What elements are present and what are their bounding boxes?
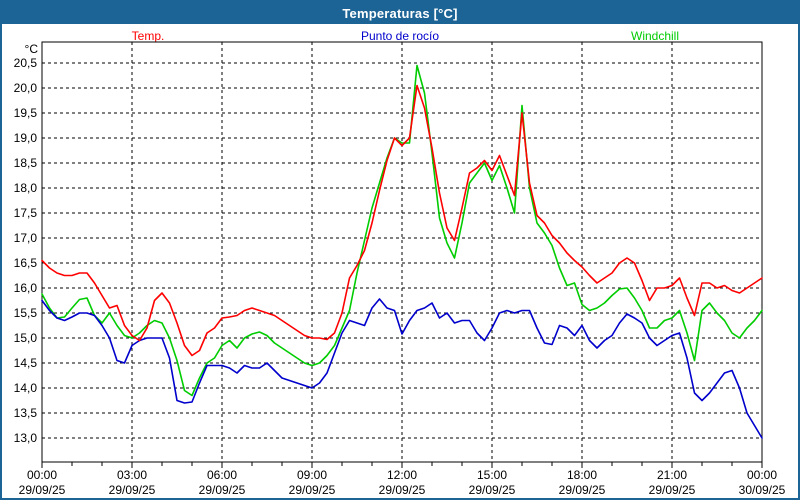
y-tick-label: 16,0 [14, 281, 38, 295]
temperature-chart: 20,5 20,0 19,5 19,0 18,5 18,0 17,5 17,0 16,5 16,0… [2, 2, 800, 500]
x-tick-date: 29/09/25 [199, 483, 246, 497]
x-tick-time: 21:00 [657, 468, 687, 482]
x-tick-time: 12:00 [387, 468, 417, 482]
x-tick-date: 30/09/25 [739, 483, 786, 497]
y-axis-unit: °C [25, 42, 39, 56]
y-tick-label: 13,0 [14, 431, 38, 445]
x-tick-date: 29/09/25 [559, 483, 606, 497]
y-tick-label: 15,0 [14, 331, 38, 345]
x-tick-time: 06:00 [207, 468, 237, 482]
x-tick-time: 09:00 [297, 468, 327, 482]
y-tick-label: 17,5 [14, 206, 38, 220]
y-tick-label: 14,0 [14, 381, 38, 395]
x-tick-time: 00:00 [747, 468, 777, 482]
y-tick-label: 14,5 [14, 356, 38, 370]
y-tick-label: 18,5 [14, 156, 38, 170]
x-tick-date: 29/09/25 [379, 483, 426, 497]
y-tick-label: 13,5 [14, 406, 38, 420]
x-tick-date: 29/09/25 [109, 483, 156, 497]
y-tick-label: 17,0 [14, 231, 38, 245]
y-tick-label: 18,0 [14, 181, 38, 195]
x-tick-time: 00:00 [27, 468, 57, 482]
x-tick-date: 29/09/25 [649, 483, 696, 497]
weather-chart-window: Temperaturas [°C] Temp. Punto de rocío W… [0, 0, 800, 500]
x-tick-date: 29/09/25 [19, 483, 66, 497]
y-tick-label: 20,0 [14, 81, 38, 95]
x-tick-time: 03:00 [117, 468, 147, 482]
y-tick-label: 20,5 [14, 56, 38, 70]
x-tick-time: 15:00 [477, 468, 507, 482]
y-tick-label: 19,5 [14, 106, 38, 120]
x-tick-time: 18:00 [567, 468, 597, 482]
x-tick-date: 29/09/25 [289, 483, 336, 497]
y-tick-label: 16,5 [14, 256, 38, 270]
x-tick-date: 29/09/25 [469, 483, 516, 497]
y-tick-label: 19,0 [14, 131, 38, 145]
y-tick-label: 15,5 [14, 306, 38, 320]
